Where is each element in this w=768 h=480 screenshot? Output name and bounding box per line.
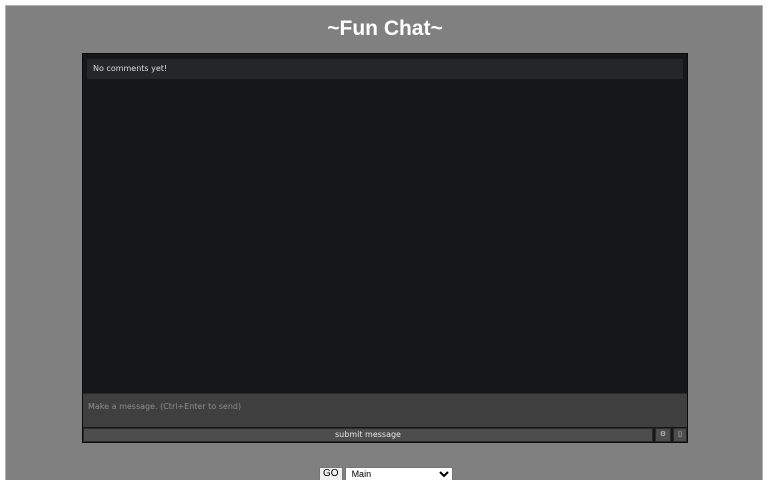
box-icon: ▯	[678, 431, 682, 438]
room-controls: GO Main	[319, 467, 453, 480]
settings-button[interactable]: ⚙	[655, 428, 671, 442]
submit-message-button[interactable]: submit message	[83, 428, 653, 442]
go-button[interactable]: GO	[319, 467, 343, 480]
gear-icon: ⚙	[659, 431, 667, 438]
chat-container: No comments yet! submit message ⚙ ▯	[82, 53, 688, 443]
message-input[interactable]	[83, 393, 687, 427]
page-background: ~Fun Chat~ No comments yet! submit messa…	[5, 5, 763, 480]
comments-list: No comments yet!	[87, 59, 683, 79]
empty-comments-message: No comments yet!	[93, 64, 168, 73]
room-select[interactable]: Main	[344, 467, 453, 480]
scroll-button[interactable]: ▯	[673, 428, 687, 442]
page-title: ~Fun Chat~	[327, 17, 443, 40]
